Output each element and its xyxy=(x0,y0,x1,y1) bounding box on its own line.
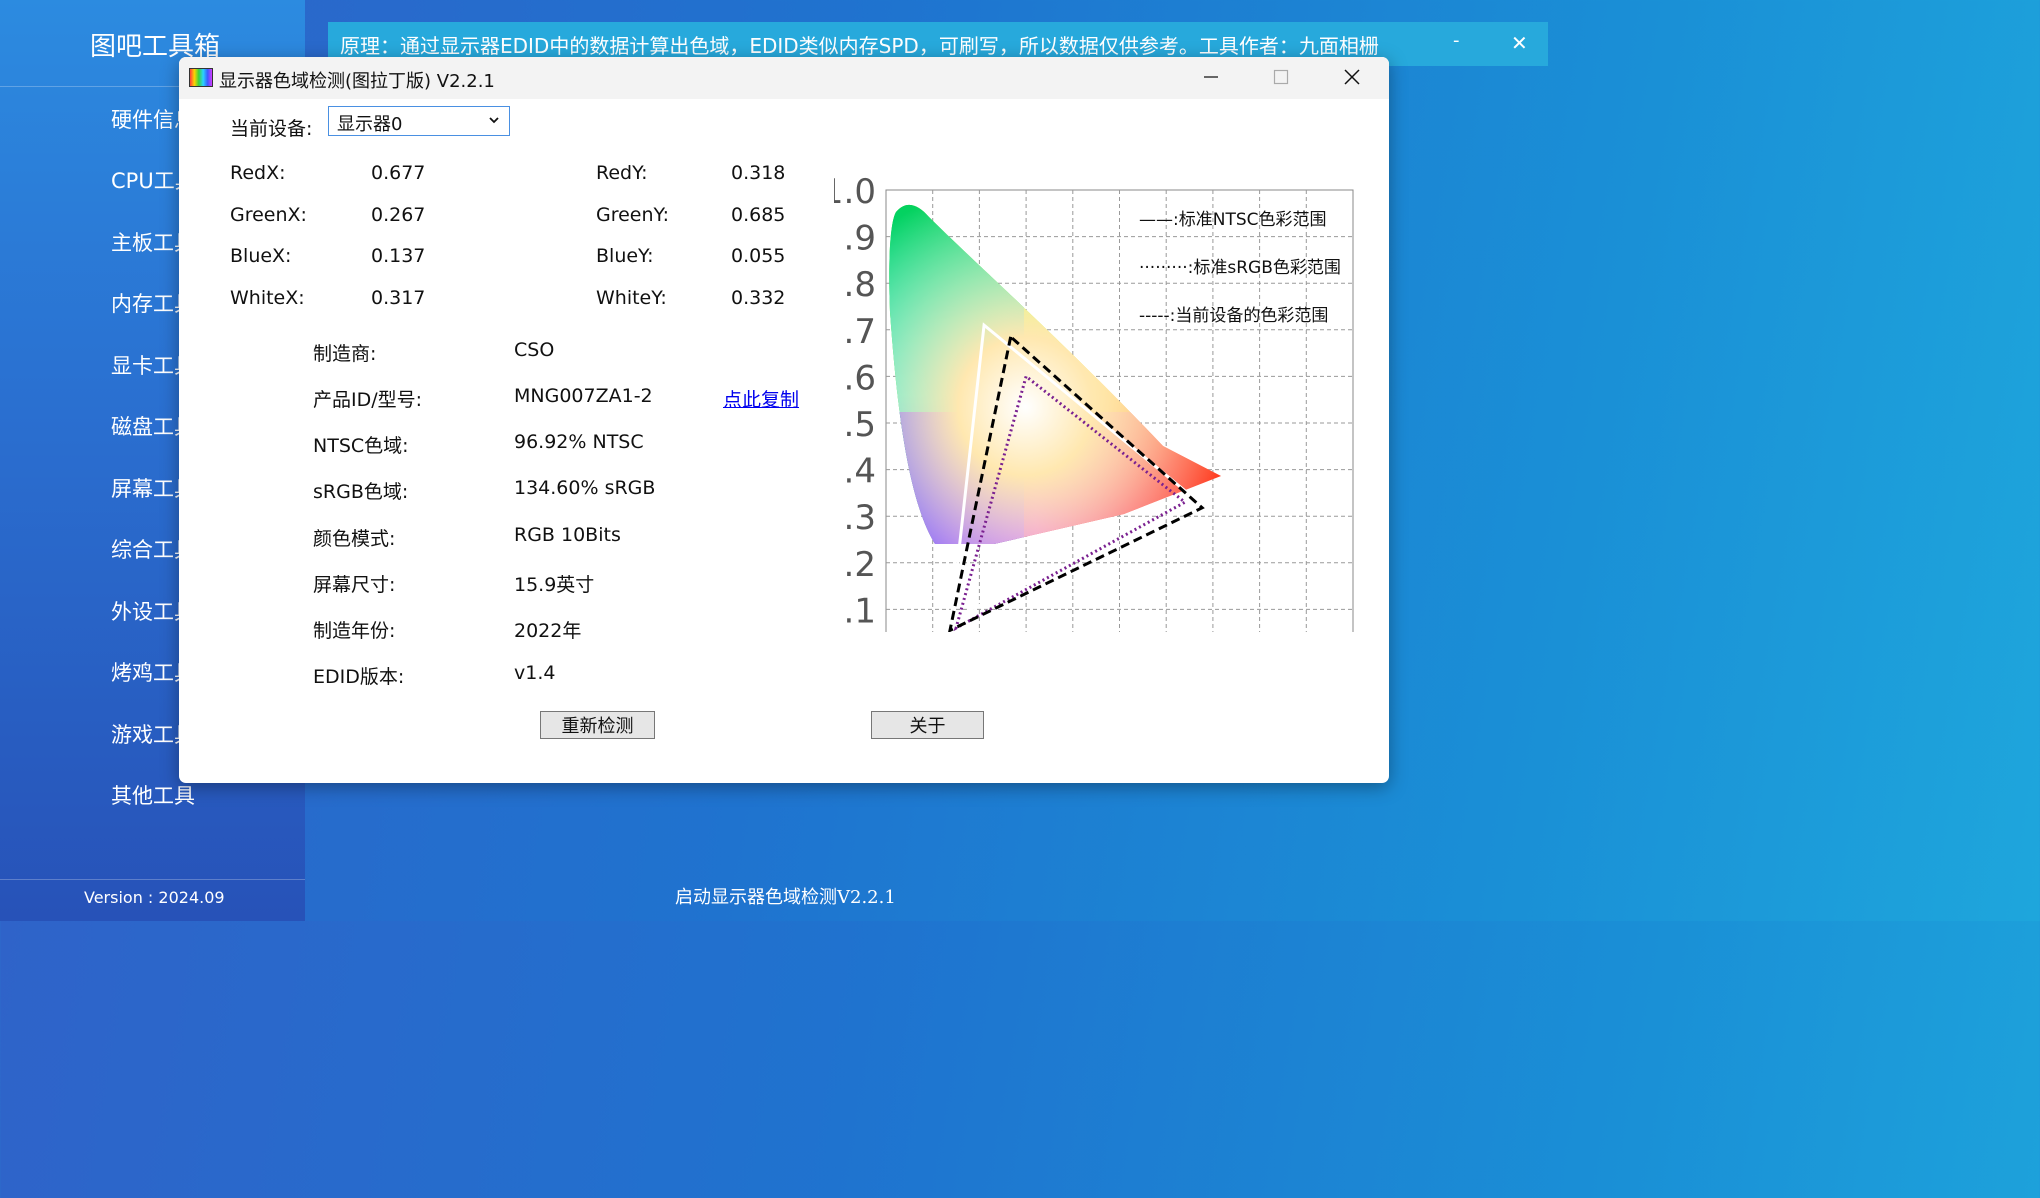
legend-entry: ——:标准NTSC色彩范围 xyxy=(1139,210,1327,230)
product-id-label: 产品ID/型号: xyxy=(313,389,423,411)
monitor-icon xyxy=(189,68,213,87)
copy-link[interactable]: 点此复制 xyxy=(723,385,799,412)
y-tick-label: .8 xyxy=(844,265,876,305)
maximize-icon xyxy=(1273,69,1289,85)
device-select-value: 显示器0 xyxy=(337,114,403,135)
product-id-value: MNG007ZA1-2 xyxy=(514,385,653,407)
device-label: 当前设备: xyxy=(230,118,313,140)
red-y-label: RedY: xyxy=(596,162,648,184)
y-tick-label: .2 xyxy=(844,545,876,585)
launch-status-text: 启动显示器色域检测V2.2.1 xyxy=(675,887,896,908)
white-y-value: 0.332 xyxy=(731,287,786,309)
y-tick-label: .6 xyxy=(844,358,876,398)
white-y-label: WhiteY: xyxy=(596,287,667,309)
sidebar-bottom-divider xyxy=(0,879,305,880)
blue-x-label: BlueX: xyxy=(230,245,292,267)
window-minimize-button[interactable] xyxy=(1181,61,1241,93)
ntsc-gamut-value: 96.92% NTSC xyxy=(514,431,644,453)
y-tick-label: .3 xyxy=(844,498,876,538)
edid-version-label: EDID版本: xyxy=(313,666,405,688)
version-label: Version : 2024.09 xyxy=(84,888,225,907)
minimize-icon xyxy=(1204,76,1218,78)
red-x-label: RedX: xyxy=(230,162,286,184)
blue-y-value: 0.055 xyxy=(731,245,786,267)
red-x-value: 0.677 xyxy=(371,162,426,184)
green-x-value: 0.267 xyxy=(371,204,426,226)
sidebar-item-other-tools[interactable]: 其他工具 xyxy=(111,780,195,810)
window-close-button[interactable] xyxy=(1322,61,1382,93)
edid-version-value: v1.4 xyxy=(514,662,556,684)
green-y-value: 0.685 xyxy=(731,204,786,226)
srgb-gamut-value: 134.60% sRGB xyxy=(514,477,656,499)
legend-entry: ·········:标准sRGB色彩范围 xyxy=(1139,258,1341,278)
device-select[interactable]: 显示器0 xyxy=(328,106,510,136)
red-y-value: 0.318 xyxy=(731,162,786,184)
window-titlebar: 显示器色域检测(图拉丁版) V2.2.1 xyxy=(179,57,1389,99)
manufacturer-value: CSO xyxy=(514,339,555,361)
close-icon xyxy=(1344,69,1360,85)
green-x-label: GreenX: xyxy=(230,204,307,226)
blue-x-value: 0.137 xyxy=(371,245,426,267)
y-tick-label: 1.0 xyxy=(834,172,876,212)
notice-text: 原理：通过显示器EDID中的数据计算出色域，EDID类似内存SPD，可刷写，所以… xyxy=(340,34,1379,58)
y-tick-label: .9 xyxy=(844,219,876,259)
app-close-button[interactable]: ✕ xyxy=(1511,31,1528,55)
legend-entry: -----:当前设备的色彩范围 xyxy=(1139,306,1328,326)
gamut-window: 显示器色域检测(图拉丁版) V2.2.1 当前设备: 显示器0 RedX: 0.… xyxy=(179,57,1389,783)
redetect-button[interactable]: 重新检测 xyxy=(540,711,655,739)
manufacture-year-value: 2022年 xyxy=(514,620,582,642)
screen-size-value: 15.9英寸 xyxy=(514,574,595,596)
about-button[interactable]: 关于 xyxy=(871,711,984,739)
manufacturer-label: 制造商: xyxy=(313,343,377,365)
blue-y-label: BlueY: xyxy=(596,245,654,267)
chevron-down-icon xyxy=(489,117,499,124)
y-tick-label: .4 xyxy=(844,452,876,492)
window-maximize-button[interactable] xyxy=(1251,61,1311,93)
color-mode-value: RGB 10Bits xyxy=(514,524,621,546)
screen-size-label: 屏幕尺寸: xyxy=(313,574,396,596)
white-x-value: 0.317 xyxy=(371,287,426,309)
cie-chart-svg: .0.1.2.3.4.5.6.7.8.91.000010203040506070… xyxy=(822,172,1357,700)
y-tick-label: .7 xyxy=(844,312,876,352)
app-minimize-button[interactable]: - xyxy=(1453,30,1460,51)
color-mode-label: 颜色模式: xyxy=(313,528,396,550)
window-title: 显示器色域检测(图拉丁版) V2.2.1 xyxy=(219,71,495,92)
manufacture-year-label: 制造年份: xyxy=(313,620,396,642)
y-tick-label: .5 xyxy=(844,405,876,445)
cie-chart: .0.1.2.3.4.5.6.7.8.91.000010203040506070… xyxy=(822,112,1364,700)
y-tick-label: .1 xyxy=(844,591,876,631)
srgb-gamut-label: sRGB色域: xyxy=(313,481,409,503)
ntsc-gamut-label: NTSC色域: xyxy=(313,435,409,457)
white-x-label: WhiteX: xyxy=(230,287,305,309)
green-y-label: GreenY: xyxy=(596,204,670,226)
